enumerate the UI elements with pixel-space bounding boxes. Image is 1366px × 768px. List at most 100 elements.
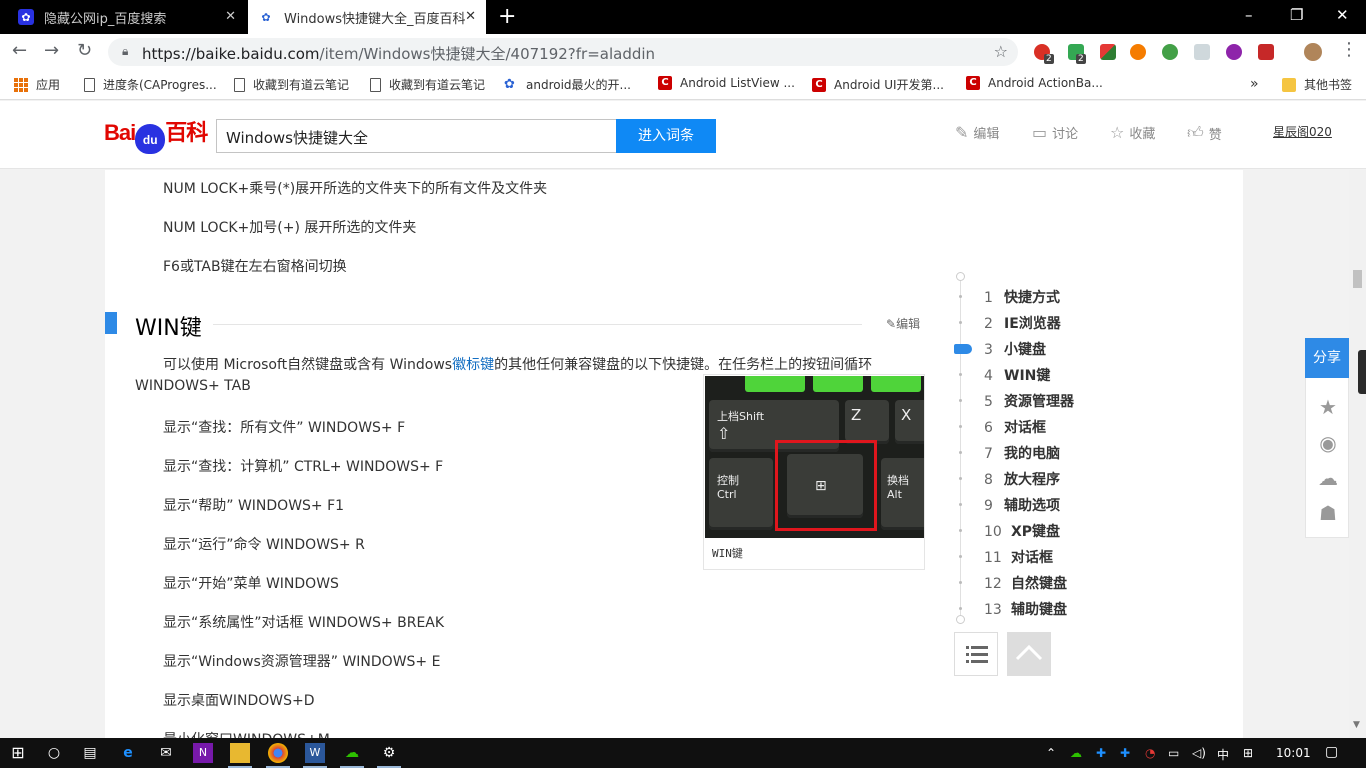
catalog-item[interactable]: 12 自然键盘 [984, 573, 1067, 593]
enter-entry-button[interactable]: 进入词条 [616, 119, 716, 153]
catalog-item[interactable]: 11 对话框 [984, 547, 1053, 567]
settings-gear-icon[interactable]: ⚙ [379, 743, 399, 763]
search-input[interactable]: Windows快捷键大全 [216, 119, 616, 153]
minimize-icon[interactable]: – [1245, 6, 1253, 24]
catalog-item[interactable]: 8 放大程序 [984, 469, 1060, 489]
mail-icon[interactable]: ✉ [156, 743, 176, 763]
code-extension-icon[interactable] [1226, 44, 1242, 60]
notification-icon[interactable]: ▢ [1325, 744, 1338, 760]
js-extension-icon[interactable] [1258, 44, 1274, 60]
section-edit-link[interactable]: ✎编辑 [886, 315, 920, 332]
address-bar[interactable]: 🔒︎ https://baike.baidu.com/item/Windows快… [108, 38, 1018, 66]
catalog-item[interactable]: 9 辅助选项 [984, 495, 1060, 515]
infinity-extension-icon[interactable] [1130, 44, 1146, 60]
scrollbar-thumb[interactable] [1353, 270, 1362, 288]
ime-grid-icon[interactable]: ⊞ [1243, 746, 1253, 760]
edit-action[interactable]: ✎ 编辑 [955, 123, 999, 142]
tray-chevron-up-icon[interactable]: ⌃ [1046, 746, 1056, 760]
shortcut-line: 显示“系统属性”对话框 WINDOWS+ BREAK [163, 615, 445, 631]
catalog-item[interactable]: 2 IE浏览器 [984, 313, 1061, 333]
share-button[interactable]: 分享 [1305, 338, 1349, 378]
network-icon[interactable]: ▭ [1168, 746, 1179, 760]
forward-arrow-icon[interactable]: → [44, 40, 59, 61]
search-circle-icon[interactable]: ○ [44, 743, 64, 763]
list-icon [966, 646, 988, 663]
profile-avatar[interactable] [1304, 43, 1322, 61]
tab-baike[interactable]: ✿ Windows快捷键大全_百度百科 ✕ [248, 0, 486, 34]
catalog-item[interactable]: 13 辅助键盘 [984, 599, 1067, 619]
catalog-dot [959, 373, 962, 376]
bookmark-apps[interactable]: 应用 [14, 76, 60, 93]
bookmark-label: 其他书签 [1304, 78, 1353, 92]
close-tab-icon[interactable]: ✕ [225, 9, 236, 24]
bookmark-other[interactable]: 其他书签 [1282, 76, 1352, 93]
restore-icon[interactable]: ❐ [1290, 6, 1303, 24]
bookmark-star-icon[interactable]: ☆ [994, 42, 1008, 61]
bookmark-item[interactable]: C Android UI开发第... [812, 76, 944, 93]
user-link[interactable]: 星辰阁020 [1273, 123, 1332, 140]
favorite-action[interactable]: ☆ 收藏 [1110, 123, 1155, 142]
bookmarks-overflow-icon[interactable]: » [1250, 76, 1259, 92]
chrome-icon[interactable] [268, 743, 288, 763]
volume-icon[interactable]: ◁) [1192, 746, 1206, 760]
qq-icon[interactable]: ☗ [1316, 501, 1340, 525]
clock[interactable]: 10:01 [1276, 746, 1311, 760]
ime-indicator[interactable]: 中 [1217, 746, 1229, 763]
word-icon[interactable]: W [305, 743, 325, 763]
wechat-taskbar-icon[interactable]: ☁ [342, 743, 362, 763]
content-line: F6或TAB键在左右窗格间切换 [163, 259, 347, 275]
close-window-icon[interactable]: ✕ [1336, 6, 1349, 24]
like-action[interactable]: 👍︎ 赞 [1187, 123, 1222, 143]
bookmark-label: Android ListView ... [680, 76, 795, 90]
weibo-icon[interactable]: ◉ [1316, 431, 1340, 455]
start-windows-icon[interactable]: ⊞ [8, 743, 28, 763]
edge-icon[interactable]: e [118, 743, 138, 763]
catalog-item[interactable]: 5 资源管理器 [984, 391, 1074, 411]
tab-baidu-search[interactable]: ✿ 隐藏公网ip_百度搜索 ✕ [8, 0, 246, 34]
close-tab-icon[interactable]: ✕ [465, 9, 476, 24]
catalog-item[interactable]: 6 对话框 [984, 417, 1046, 437]
key-label: X [901, 406, 912, 424]
back-to-top-button[interactable] [1007, 632, 1051, 676]
scroll-down-arrow-icon[interactable]: ▼ [1353, 720, 1360, 730]
sync-tray-icon[interactable]: ✚ [1120, 746, 1130, 760]
tree-extension-icon[interactable] [1194, 44, 1210, 60]
wechat-tray-icon[interactable]: ☁ [1070, 746, 1082, 760]
reload-icon[interactable]: ↻ [77, 40, 92, 61]
bookmark-item[interactable]: C Android ListView ... [658, 76, 795, 90]
onenote-icon[interactable]: N [193, 743, 213, 763]
win-key-figure[interactable]: 上档Shift ⇧ Z X 控制 Ctrl ⊞ 换档 Alt WIN键 [703, 374, 925, 570]
catalog-dot [959, 555, 962, 558]
globe-extension-icon[interactable] [1162, 44, 1178, 60]
catalog-toggle-button[interactable] [954, 632, 998, 676]
catalog-dot [959, 451, 962, 454]
bookmark-item[interactable]: 收藏到有道云笔记 [370, 76, 485, 93]
cloud-tray-icon[interactable]: ✚ [1096, 746, 1106, 760]
discuss-action[interactable]: ▭ 讨论 [1032, 123, 1078, 142]
catalog-item[interactable]: 1 快捷方式 [984, 287, 1060, 307]
page-scrollbar[interactable]: ▼ [1349, 170, 1366, 738]
bookmark-item[interactable]: C Android ActionBa... [966, 76, 1103, 90]
catalog-item-current[interactable]: 3 小键盘 [984, 339, 1046, 359]
wechat-icon[interactable]: ☁ [1316, 466, 1340, 490]
file-explorer-icon[interactable] [230, 743, 250, 763]
bookmark-item[interactable]: ✿ android最火的开... [504, 76, 631, 93]
alert-tray-icon[interactable]: ◔ [1145, 746, 1155, 760]
catalog-label: 小键盘 [1004, 342, 1046, 358]
catalog-item[interactable]: 7 我的电脑 [984, 443, 1060, 463]
action-label: 收藏 [1129, 127, 1156, 142]
bookmark-item[interactable]: 进度条(CAProgres... [84, 76, 217, 93]
tab-strip: ✿ 隐藏公网ip_百度搜索 ✕ ✿ Windows快捷键大全_百度百科 ✕ + … [0, 0, 1366, 34]
bookmark-item[interactable]: 收藏到有道云笔记 [234, 76, 349, 93]
translate-extension-icon[interactable] [1100, 44, 1116, 60]
side-drawer-tab[interactable] [1358, 350, 1366, 394]
catalog-item[interactable]: 4 WIN键 [984, 365, 1050, 385]
task-view-icon[interactable]: ▤ [80, 743, 100, 763]
back-arrow-icon[interactable]: ← [12, 40, 27, 61]
baike-logo[interactable]: Bai du 百科 [104, 115, 208, 154]
new-tab-button[interactable]: + [498, 4, 516, 29]
catalog-item[interactable]: 10 XP键盘 [984, 521, 1060, 541]
menu-kebab-icon[interactable]: ⋮ [1340, 39, 1358, 60]
windows-logo-key-link[interactable]: 徽标键 [452, 357, 494, 373]
qzone-star-icon[interactable]: ★ [1316, 395, 1340, 419]
